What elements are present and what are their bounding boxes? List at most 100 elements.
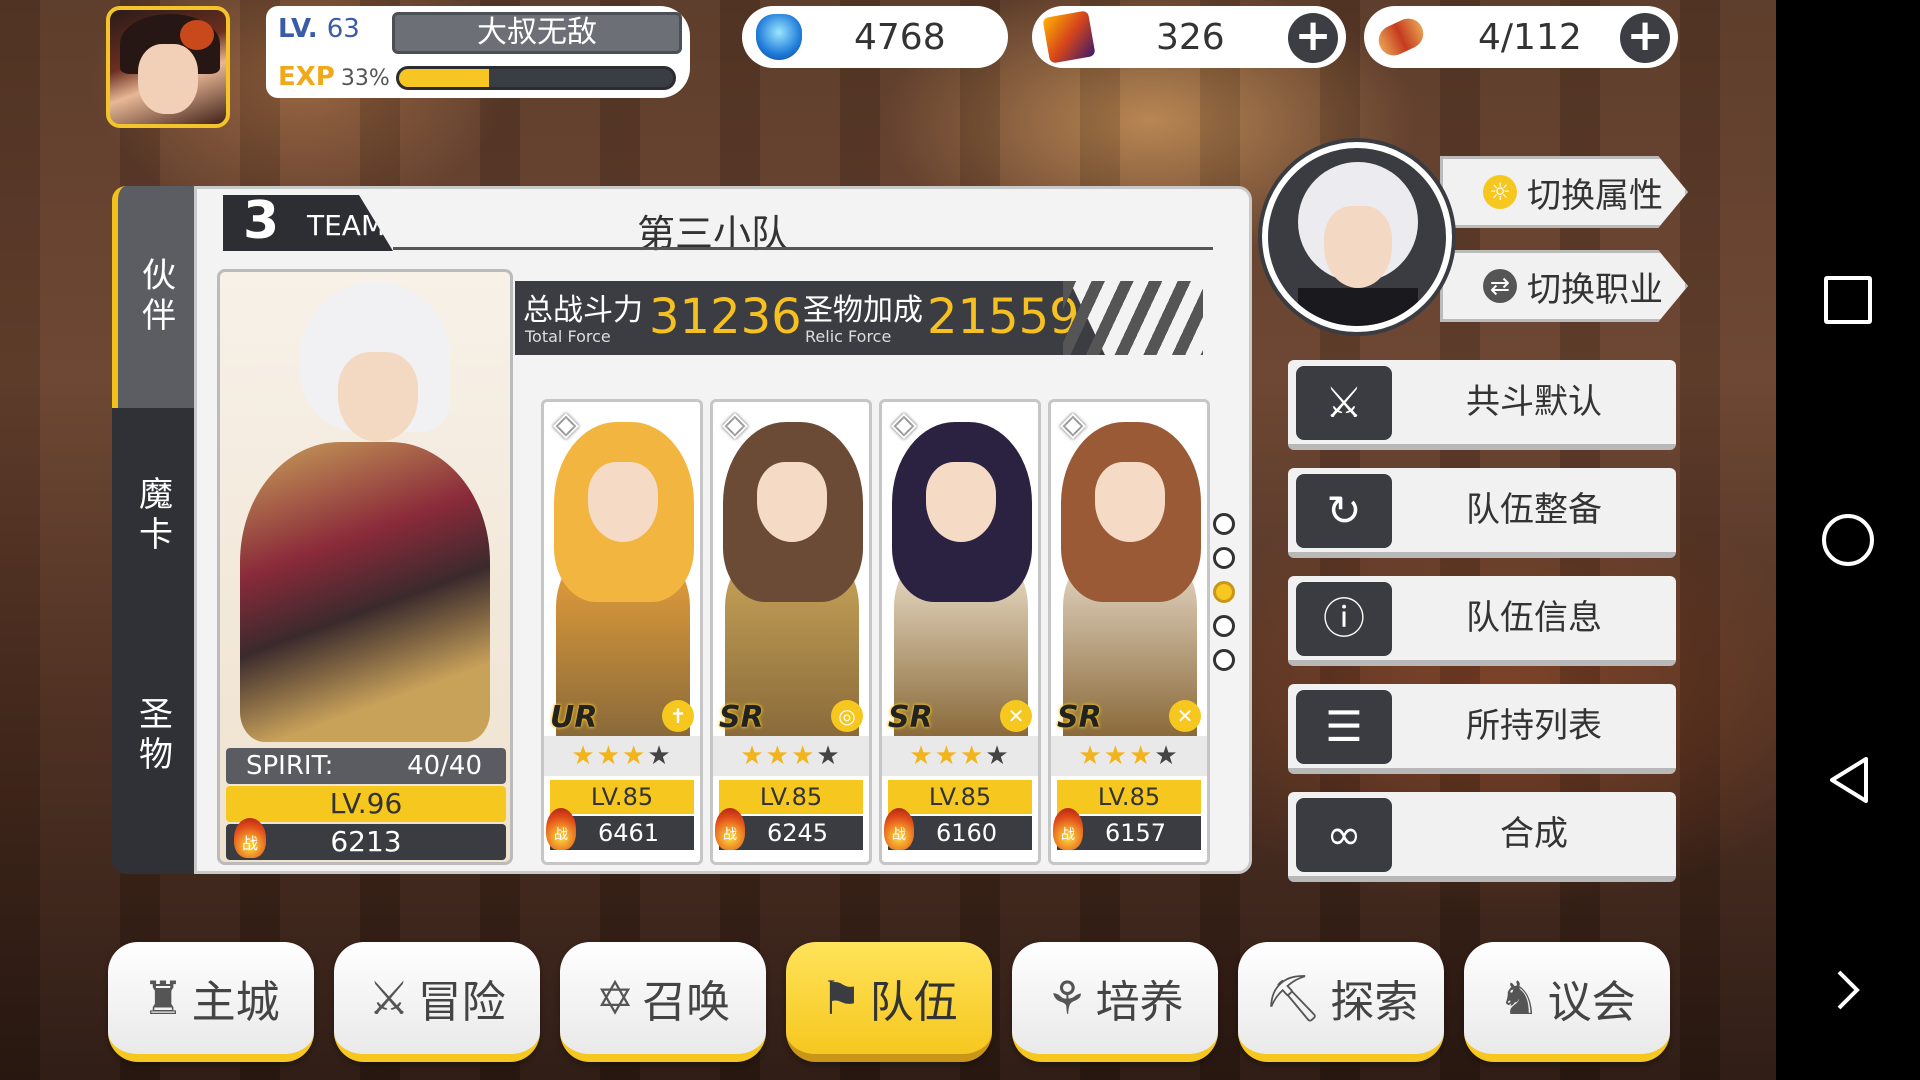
add-food-button[interactable]: + (1620, 13, 1670, 63)
star-filled-icon: ★ (596, 741, 622, 771)
resource-crystal: 4768 (742, 6, 1008, 68)
leader-card[interactable]: SPIRIT: 40/40 LV.96 战 6213 (217, 269, 513, 865)
swap-icon: ⇄ (1483, 269, 1517, 303)
owned-list-label: 所持列表 (1466, 706, 1602, 746)
page-dots (1213, 513, 1237, 683)
total-force-sub: Total Force (525, 327, 611, 346)
page-dot[interactable] (1213, 615, 1235, 637)
food-icon (1373, 13, 1429, 61)
star-filled-icon: ★ (571, 741, 597, 771)
tab-relic[interactable]: 圣物 (112, 626, 194, 846)
tab-partner[interactable]: 伙伴 (112, 186, 194, 408)
hero-portrait[interactable] (1262, 142, 1452, 332)
page-dot[interactable] (1213, 547, 1235, 569)
bottom-nav-team[interactable]: ⚑ 队伍 (786, 942, 992, 1062)
member-card[interactable]: ◈ SR ✕ ★★★★ LV.85 6160 战 (879, 399, 1041, 865)
bottom-nav-hexagram[interactable]: ✡ 召唤 (560, 942, 766, 1062)
total-force-label: 总战斗力 (523, 293, 643, 328)
player-avatar[interactable] (106, 6, 230, 128)
crystal-icon (756, 14, 802, 60)
star-filled-icon: ★ (791, 741, 817, 771)
member-level: LV.85 (888, 780, 1032, 814)
star-empty-icon: ★ (647, 741, 673, 771)
element-diamond-icon: ◈ (721, 404, 749, 444)
member-level: LV.85 (1057, 780, 1201, 814)
member-card[interactable]: ◈ UR ✝ ★★★★ LV.85 6461 战 (541, 399, 703, 865)
flame-icon: 战 (234, 818, 266, 858)
bottom-nav-nurture[interactable]: ⚘ 培养 (1012, 942, 1218, 1062)
star-empty-icon: ★ (1154, 741, 1180, 771)
bottom-nav-label: 召唤 (642, 977, 731, 1028)
star-rating: ★★★★ (1051, 736, 1207, 776)
player-level-panel: LV. 63 大叔无敌 EXP 33% (266, 6, 690, 98)
total-force-value: 31236 (649, 289, 802, 345)
title-divider (393, 247, 1213, 250)
back-icon[interactable] (1820, 752, 1876, 808)
compose-label: 合成 (1500, 814, 1568, 854)
bottom-nav-label: 议会 (1547, 977, 1636, 1028)
nurture-icon: ⚘ (1046, 971, 1088, 1025)
force-band: 总战斗力 Total Force 31236 圣物加成 Relic Force … (515, 281, 1105, 355)
team-panel: 3 TEAM 第三小队 总战斗力 Total Force 31236 圣物加成 … (194, 186, 1252, 874)
council-icon: ♞ (1498, 971, 1540, 1025)
chevron-right-icon[interactable] (1820, 962, 1876, 1018)
owned-list-button[interactable]: ☰ 所持列表 (1288, 684, 1676, 774)
coop-default-label: 共斗默认 (1466, 382, 1602, 422)
switch-class-button[interactable]: ⇄ 切换职业 (1440, 250, 1688, 322)
star-empty-icon: ★ (985, 741, 1011, 771)
coop-default-button[interactable]: ⚔ 共斗默认 (1288, 360, 1676, 450)
leader-portrait (220, 272, 510, 742)
bottom-nav-label: 队伍 (869, 977, 958, 1028)
crystal-count: 4768 (854, 16, 946, 58)
bottom-nav-castle[interactable]: ♜ 主城 (108, 942, 314, 1062)
system-navbar (1776, 0, 1920, 1080)
team-info-button[interactable]: ⓘ 队伍信息 (1288, 576, 1676, 666)
rarity-badge: SR (719, 700, 764, 735)
explore-icon: ⛏ (1263, 970, 1323, 1025)
member-level: LV.85 (719, 780, 863, 814)
bottom-nav-label: 培养 (1095, 977, 1184, 1028)
compose-button[interactable]: ∞ 合成 (1288, 792, 1676, 882)
switch-attribute-button[interactable]: ☼ 切换属性 (1440, 156, 1688, 228)
member-portrait (1051, 402, 1207, 736)
chest-count: 326 (1156, 16, 1225, 58)
bottom-nav-explore[interactable]: ⛏ 探索 (1238, 942, 1444, 1062)
element-diamond-icon: ◈ (890, 404, 918, 444)
flame-icon: 战 (884, 808, 914, 850)
side-tabs: 伙伴 魔卡 圣物 (112, 186, 194, 874)
star-filled-icon: ★ (740, 741, 766, 771)
exp-bar-fill (399, 69, 490, 87)
exp-label: EXP 33% (278, 62, 390, 92)
member-card[interactable]: ◈ SR ✕ ★★★★ LV.85 6157 战 (1048, 399, 1210, 865)
infinity-icon: ∞ (1296, 798, 1392, 872)
player-name[interactable]: 大叔无敌 (392, 12, 682, 54)
star-filled-icon: ★ (622, 741, 648, 771)
star-filled-icon: ★ (1103, 741, 1129, 771)
relic-force-label: 圣物加成 (803, 293, 923, 328)
add-chest-button[interactable]: + (1288, 13, 1338, 63)
resource-food: 4/112 + (1364, 6, 1678, 68)
class-icon: ✝ (662, 700, 694, 732)
leader-power-value: 6213 (330, 825, 402, 858)
member-portrait (713, 402, 869, 736)
leader-level: LV.96 (226, 786, 506, 822)
team-info-label: 队伍信息 (1466, 598, 1602, 638)
level-value: 63 (326, 14, 360, 44)
class-icon: ◎ (831, 700, 863, 732)
recents-icon[interactable] (1820, 272, 1876, 328)
bottom-nav-council[interactable]: ♞ 议会 (1464, 942, 1670, 1062)
page-dot[interactable] (1213, 513, 1235, 535)
bottom-nav-swords[interactable]: ⚔ 冒险 (334, 942, 540, 1062)
decorative-stripes (1063, 281, 1203, 355)
team-prepare-button[interactable]: ↻ 队伍整备 (1288, 468, 1676, 558)
home-icon[interactable] (1820, 512, 1876, 568)
page-dot[interactable] (1213, 649, 1235, 671)
member-card[interactable]: ◈ SR ◎ ★★★★ LV.85 6245 战 (710, 399, 872, 865)
tab-magic-card[interactable]: 魔卡 (112, 416, 194, 616)
member-portrait (882, 402, 1038, 736)
bottom-nav-label: 探索 (1330, 977, 1419, 1028)
page-dot[interactable] (1213, 581, 1235, 603)
exp-bar (396, 66, 676, 90)
star-filled-icon: ★ (1129, 741, 1155, 771)
star-filled-icon: ★ (765, 741, 791, 771)
